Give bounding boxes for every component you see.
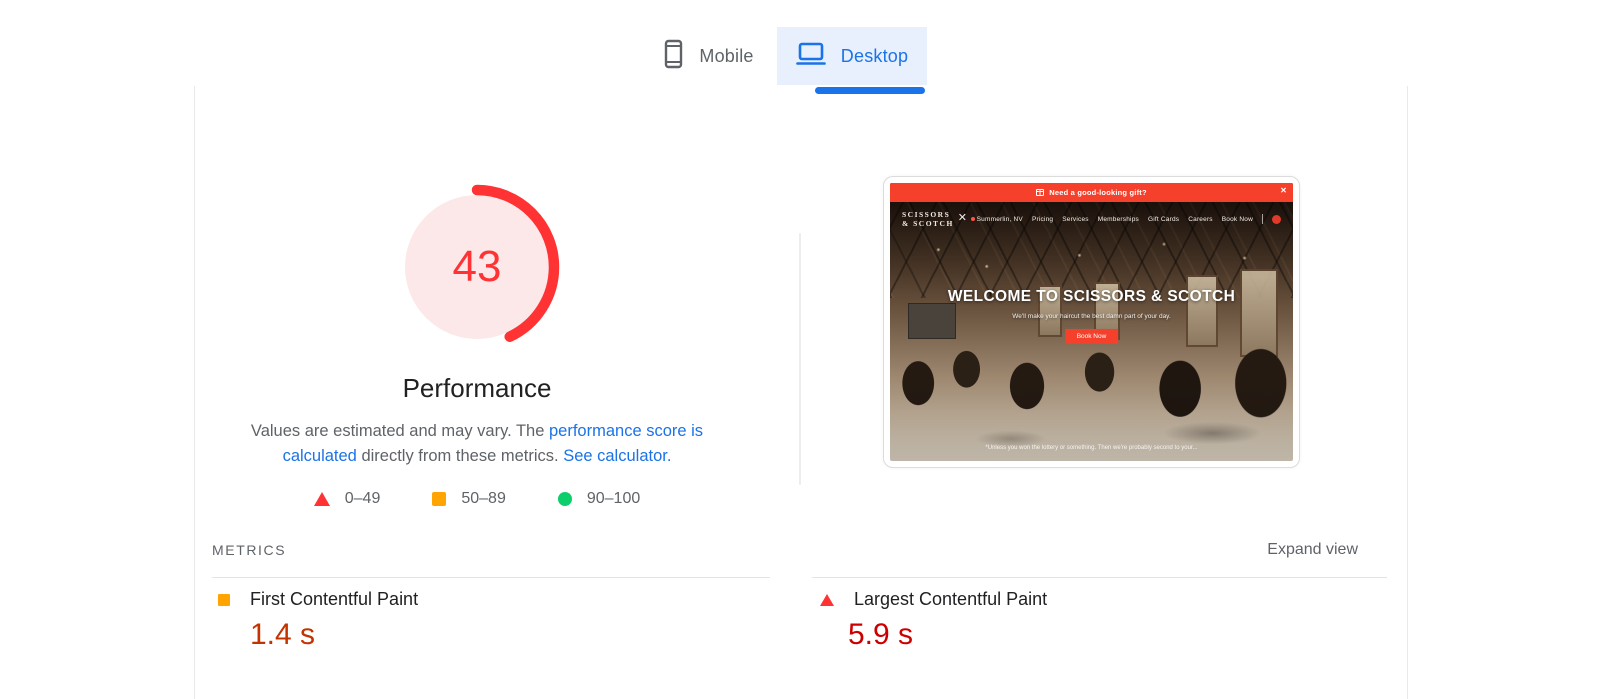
description-text-1: Values are estimated and may vary. The — [251, 422, 549, 440]
average-square-icon — [432, 492, 446, 506]
lcp-name: Largest Contentful Paint — [854, 589, 1047, 610]
lcp-value: 5.9 s — [848, 618, 1047, 652]
metrics-divider-right — [812, 577, 1387, 578]
nav-item: Services — [1062, 216, 1089, 223]
site-book-now-button: Book Now — [1065, 329, 1119, 344]
metrics-section-title: METRICS — [212, 542, 286, 558]
legend-range-average: 50–89 — [461, 490, 506, 508]
site-logo-text: SCISSORS & SCOTCH — [902, 210, 954, 228]
performance-gauge: 43 — [392, 182, 562, 352]
nav-item: Memberships — [1098, 216, 1139, 223]
site-hero-subtitle: We'll make your haircut the best damn pa… — [890, 313, 1293, 320]
site-screenshot: Need a good-looking gift? ✕ SCISSORS & S… — [890, 183, 1293, 461]
metric-largest-contentful-paint: Largest Contentful Paint 5.9 s — [820, 589, 1047, 652]
cart-bag-icon — [1272, 215, 1281, 224]
tab-desktop-label: Desktop — [841, 46, 908, 67]
pass-circle-icon — [558, 492, 572, 506]
site-fine-print: *Unless you won the lottery or something… — [890, 445, 1293, 451]
legend-range-pass: 90–100 — [587, 490, 640, 508]
pin-icon — [971, 217, 975, 221]
legend-item-pass: 90–100 — [558, 490, 640, 508]
fcp-value: 1.4 s — [250, 618, 418, 652]
description-text-2: directly from these metrics. — [357, 447, 563, 465]
site-logo: SCISSORS & SCOTCH ✕ — [902, 210, 969, 228]
legend-item-fail: 0–49 — [314, 490, 381, 508]
nav-separator — [1262, 214, 1263, 224]
fail-triangle-icon — [314, 492, 330, 506]
gift-icon — [1036, 189, 1044, 196]
card-right-border — [1407, 86, 1408, 699]
nav-item: Gift Cards — [1148, 216, 1179, 223]
banner-close-icon: ✕ — [1280, 186, 1287, 195]
site-promo-banner: Need a good-looking gift? ✕ — [890, 183, 1293, 202]
site-navbar: SCISSORS & SCOTCH ✕ Summerlin, NV Pricin… — [890, 202, 1293, 236]
fcp-name: First Contentful Paint — [250, 589, 418, 610]
metric-first-contentful-paint: First Contentful Paint 1.4 s — [218, 589, 418, 652]
desktop-laptop-icon — [796, 41, 826, 72]
mobile-phone-icon — [663, 39, 684, 74]
site-hero-title: WELCOME TO SCISSORS & SCOTCH — [890, 288, 1293, 306]
performance-title: Performance — [197, 373, 757, 404]
pagespeed-report: Mobile Desktop 43 Performance Values are… — [0, 0, 1600, 699]
nav-item: Pricing — [1032, 216, 1053, 223]
page-screenshot-thumbnail: Need a good-looking gift? ✕ SCISSORS & S… — [883, 176, 1300, 468]
banner-text: Need a good-looking gift? — [1049, 188, 1147, 197]
tab-mobile[interactable]: Mobile — [640, 27, 777, 85]
performance-description: Values are estimated and may vary. The p… — [217, 419, 737, 468]
legend-range-fail: 0–49 — [345, 490, 381, 508]
logo-emblem-icon: ✕ — [958, 212, 969, 225]
score-legend: 0–49 50–89 90–100 — [197, 490, 757, 508]
tab-mobile-label: Mobile — [699, 46, 753, 67]
lcp-fail-triangle-icon — [820, 594, 834, 606]
nav-location: Summerlin, NV — [971, 216, 1023, 223]
column-divider — [799, 233, 801, 485]
metrics-divider-left — [212, 577, 770, 578]
expand-view-link[interactable]: Expand view — [1267, 541, 1358, 559]
fcp-average-square-icon — [218, 594, 230, 606]
legend-item-average: 50–89 — [432, 490, 506, 508]
see-calculator-link[interactable]: See calculator. — [563, 447, 671, 465]
performance-score: 43 — [392, 182, 562, 352]
nav-item: Careers — [1188, 216, 1213, 223]
nav-item: Book Now — [1222, 216, 1253, 223]
tab-active-underline — [815, 87, 925, 94]
card-left-border — [194, 86, 195, 699]
site-nav-links: Summerlin, NV Pricing Services Membershi… — [971, 214, 1281, 224]
tab-desktop[interactable]: Desktop — [777, 27, 927, 85]
